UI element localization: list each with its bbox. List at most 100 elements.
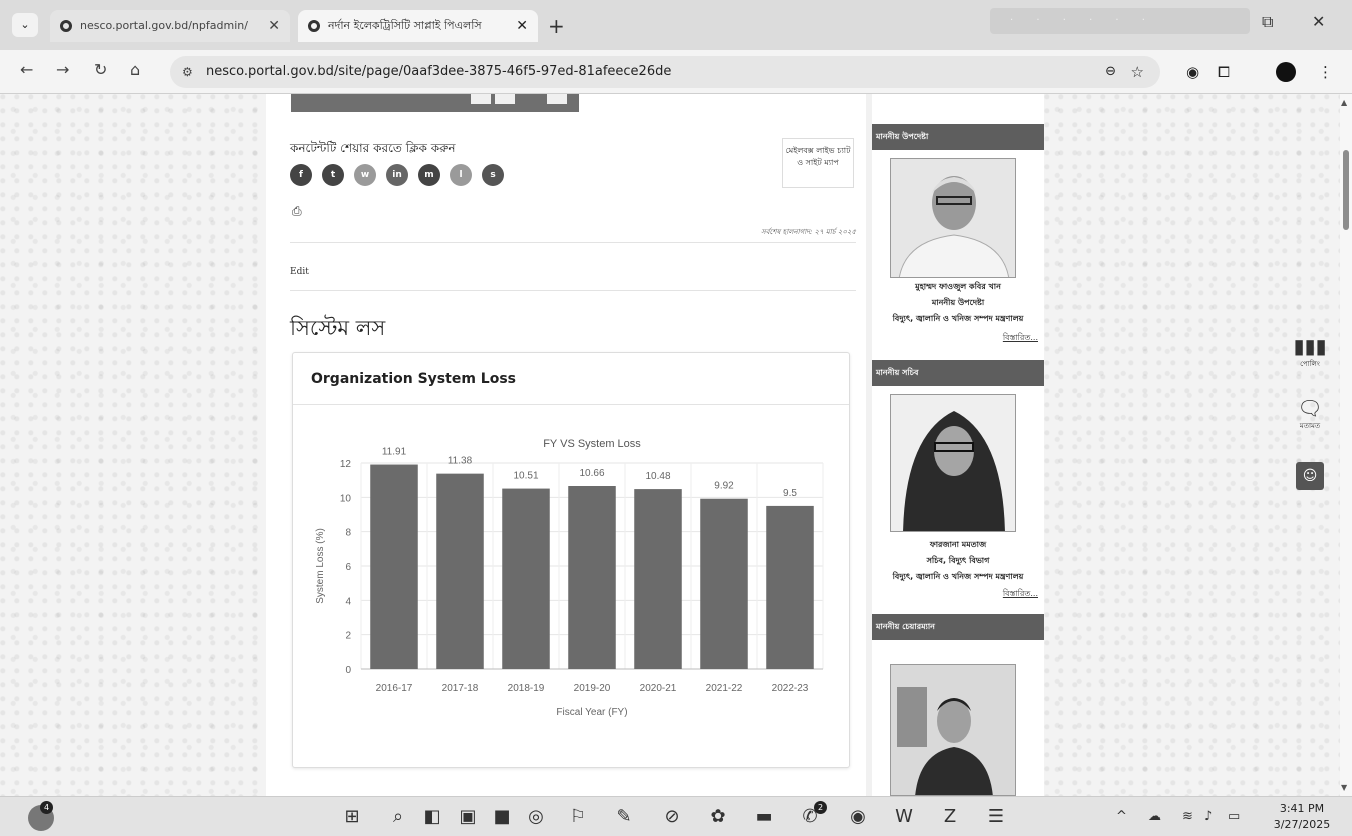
cloud-icon[interactable]: ☁ [1148, 809, 1161, 824]
search-icon[interactable]: ⌕ [386, 805, 410, 829]
chrome-active-icon[interactable]: ◉ [846, 805, 870, 829]
page-scrollbar[interactable]: ▲ ▼ [1340, 94, 1352, 796]
site-favicon-icon [60, 20, 72, 32]
extensions-puzzle-icon[interactable]: ⧠ [1218, 63, 1230, 81]
site-info-icon[interactable]: ⚙ [182, 56, 193, 88]
extension-icon[interactable]: ◉ [1186, 63, 1199, 81]
close-tab-icon[interactable]: ✕ [516, 10, 528, 42]
y-tick-label: 2 [345, 631, 351, 642]
secretary-name: ফারজানা মমতাজ [929, 540, 987, 549]
browser-tab-1[interactable]: nesco.portal.gov.bd/npfadmin/ ✕ [50, 10, 290, 42]
sidebar-heading-adviser: মাননীয় উপদেষ্টা [872, 124, 1044, 150]
home-icon[interactable]: ⌂ [130, 60, 140, 79]
y-tick-label: 6 [345, 562, 351, 573]
y-axis-label: System Loss (%) [315, 528, 326, 604]
whatsapp-badge: 2 [814, 801, 827, 814]
bookmark-star-icon[interactable]: ☆ [1131, 56, 1144, 88]
browser-menu-icon[interactable]: ⋮ [1318, 63, 1333, 81]
app-icon[interactable]: ✎ [612, 805, 636, 829]
system-loss-chart: FY VS System Loss 0 2 4 6 8 10 12 11.91 2016-17 11… [315, 438, 824, 718]
files-icon[interactable]: ■ [490, 805, 514, 829]
tab-title: নর্দান ইলেকট্রিসিটি সাপ্লাই পিএলসি [328, 19, 482, 32]
file-explorer-icon[interactable]: ▬ [752, 805, 776, 829]
close-window-icon[interactable]: ✕ [1312, 12, 1325, 31]
chairman-photo [890, 664, 1016, 796]
browser-tab-bar: ⌄ nesco.portal.gov.bd/npfadmin/ ✕ নর্দান… [0, 0, 1352, 50]
scroll-up-icon[interactable]: ▲ [1341, 98, 1347, 107]
zoom-icon[interactable]: ⊖ [1105, 56, 1116, 88]
notepad-icon[interactable]: ☰ [984, 805, 1008, 829]
adviser-details-link[interactable]: বিস্তারিত... [1003, 332, 1038, 345]
y-tick-label: 0 [345, 665, 351, 676]
app-icon[interactable]: ⚐ [566, 805, 590, 829]
poll-button[interactable]: ▮▮▮ পোলিং [1290, 334, 1330, 370]
app-icon[interactable]: ✿ [706, 805, 730, 829]
scroll-down-icon[interactable]: ▼ [1341, 783, 1347, 792]
browser-address-bar: ← → ↻ ⌂ ⚙ nesco.portal.gov.bd/site/page/… [0, 50, 1352, 94]
more-share-icon[interactable]: s [482, 164, 504, 186]
linkedin-share-icon[interactable]: in [386, 164, 408, 186]
share-title: কনটেন্টটি শেয়ার করতে ক্লিক করুন [290, 141, 456, 155]
app-icon[interactable]: Z [938, 805, 962, 829]
store-icon[interactable]: ▣ [456, 805, 480, 829]
chrome-icon[interactable]: ◎ [524, 805, 548, 829]
data-label: 10.51 [513, 471, 538, 482]
new-tab-button[interactable]: + [548, 14, 565, 38]
messenger-share-icon[interactable]: m [418, 164, 440, 186]
x-axis-label: Fiscal Year (FY) [556, 707, 627, 718]
start-menu-icon[interactable]: ⊞ [340, 805, 364, 829]
task-view-icon[interactable]: ◧ [420, 805, 444, 829]
left-decorative-pattern [0, 94, 266, 796]
adviser-title: মাননীয় উপদেষ্টা [931, 298, 985, 307]
facebook-share-icon[interactable]: f [290, 164, 312, 186]
scrollbar-thumb[interactable] [1343, 150, 1349, 230]
accessibility-icon[interactable]: ☺ [1296, 462, 1324, 490]
bar [502, 488, 550, 669]
x-tick-label: 2022-23 [772, 683, 809, 694]
x-tick-label: 2016-17 [376, 683, 413, 694]
side-box-link[interactable]: মেইলবক্স লাইভ চ্যাট ও সাইট ম্যাপ [782, 138, 854, 188]
chart-title: FY VS System Loss [543, 438, 641, 450]
profile-avatar[interactable] [1276, 62, 1296, 82]
secretary-details-link[interactable]: বিস্তারিত... [1003, 588, 1038, 601]
chat-bubble-icon: 🗨 [1297, 396, 1323, 420]
site-favicon-icon [308, 20, 320, 32]
x-tick-label: 2017-18 [442, 683, 479, 694]
wifi-icon[interactable]: ≋ [1182, 809, 1193, 824]
page-title: সিস্টেম লস [290, 316, 386, 340]
bar [568, 486, 616, 669]
whatsapp-share-icon[interactable]: w [354, 164, 376, 186]
close-tab-icon[interactable]: ✕ [268, 10, 280, 42]
main-content: কনটেন্টটি শেয়ার করতে ক্লিক করুন f t w i… [266, 94, 866, 796]
app-icon[interactable]: ⊘ [660, 805, 684, 829]
reload-icon[interactable]: ↻ [94, 60, 107, 79]
adviser-name: মুহাম্মদ ফাওজুল কবির খান [915, 282, 1001, 291]
x-tick-label: 2021-22 [706, 683, 743, 694]
url-text: nesco.portal.gov.bd/site/page/0aaf3dee-3… [206, 64, 672, 79]
print-icon[interactable]: ⎙ [292, 204, 302, 219]
system-clock[interactable]: 3:41 PM 3/27/2025 [1262, 801, 1342, 833]
battery-icon[interactable]: ▭ [1228, 809, 1240, 824]
bar [766, 505, 814, 669]
forward-icon[interactable]: → [56, 60, 69, 79]
data-label: 9.92 [714, 481, 734, 492]
volume-icon[interactable]: ♪ [1204, 809, 1212, 824]
word-icon[interactable]: W [892, 805, 916, 829]
data-label: 10.48 [645, 471, 670, 482]
feedback-button[interactable]: 🗨 মতামত [1290, 396, 1330, 432]
url-input[interactable]: ⚙ nesco.portal.gov.bd/site/page/0aaf3dee… [170, 56, 1160, 88]
edit-link[interactable]: Edit [290, 267, 309, 277]
data-label: 9.5 [783, 488, 797, 499]
browser-tab-2[interactable]: নর্দান ইলেকট্রিসিটি সাপ্লাই পিএলসি ✕ [298, 10, 538, 42]
twitter-share-icon[interactable]: t [322, 164, 344, 186]
x-tick-label: 2020-21 [640, 683, 677, 694]
tray-expand-icon[interactable]: ^ [1116, 809, 1127, 824]
y-tick-label: 10 [340, 493, 352, 504]
tab-list-button[interactable]: ⌄ [12, 13, 38, 37]
back-icon[interactable]: ← [20, 60, 33, 79]
restore-window-icon[interactable]: ⧉ [1262, 12, 1273, 32]
copy-link-icon[interactable]: l [450, 164, 472, 186]
weather-badge: 4 [40, 801, 53, 814]
data-label: 11.91 [382, 447, 407, 458]
card-title: Organization System Loss [293, 353, 849, 405]
